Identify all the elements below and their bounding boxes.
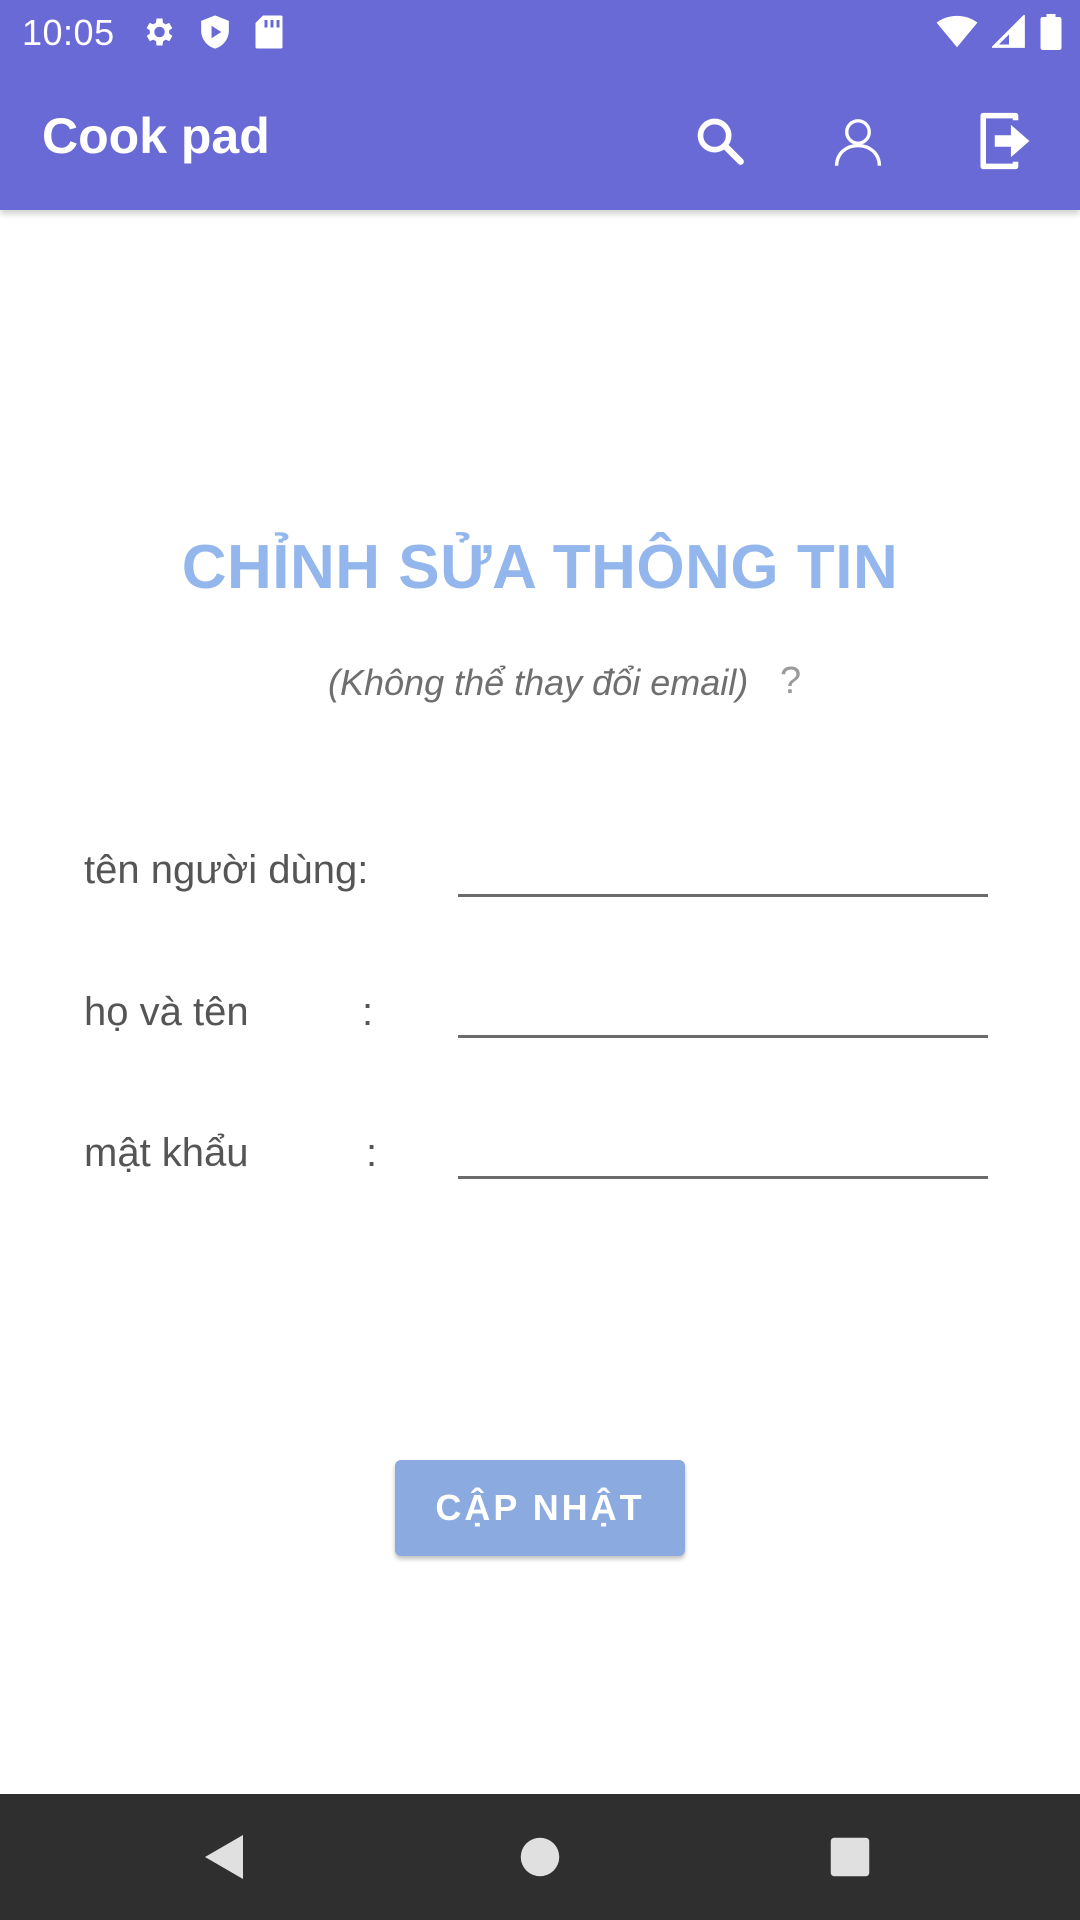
- password-label: mật khẩu: [84, 1131, 249, 1175]
- username-input[interactable]: [458, 835, 988, 897]
- fullname-label: họ và tên: [84, 990, 249, 1034]
- status-icons-left: [140, 12, 284, 52]
- settings-icon: [146, 18, 173, 46]
- status-bar: 10:05: [0, 0, 1080, 63]
- email-note: (Không thể thay đổi email): [328, 662, 749, 703]
- app-title: Cook pad: [42, 108, 270, 164]
- status-icons-right: [936, 12, 1062, 52]
- header: 10:05 Cook pad: [0, 0, 1080, 210]
- wifi-icon: [936, 15, 978, 48]
- search-icon: [697, 118, 744, 165]
- help-icon[interactable]: ?: [780, 660, 801, 703]
- logout-button[interactable]: [966, 103, 1042, 179]
- page-title: CHỈNH SỬA THÔNG TIN: [181, 533, 899, 602]
- password-input[interactable]: [458, 1117, 988, 1179]
- back-icon: [205, 1835, 243, 1879]
- home-icon: [520, 1837, 560, 1877]
- account-icon: [834, 119, 882, 166]
- navigation-bar: [0, 1794, 1080, 1920]
- battery-icon: [1040, 14, 1062, 50]
- search-button[interactable]: [682, 103, 758, 179]
- username-label: tên người dùng:: [84, 848, 369, 892]
- fullname-colon: :: [362, 990, 374, 1034]
- status-time: 10:05: [22, 12, 115, 53]
- back-button[interactable]: [190, 1822, 260, 1892]
- password-colon: :: [366, 1131, 378, 1175]
- account-button[interactable]: [820, 103, 896, 179]
- logout-icon: [980, 112, 1030, 170]
- shield-play-icon: [201, 15, 229, 49]
- cellular-signal-icon: [992, 15, 1025, 48]
- recent-apps-button[interactable]: [815, 1822, 885, 1892]
- app-bar: Cook pad: [0, 63, 1080, 210]
- update-button[interactable]: CẬP NHẬT: [395, 1460, 685, 1556]
- recent-apps-icon: [830, 1837, 870, 1877]
- sd-card-icon: [255, 15, 283, 49]
- home-button[interactable]: [505, 1822, 575, 1892]
- fullname-input[interactable]: [458, 976, 988, 1038]
